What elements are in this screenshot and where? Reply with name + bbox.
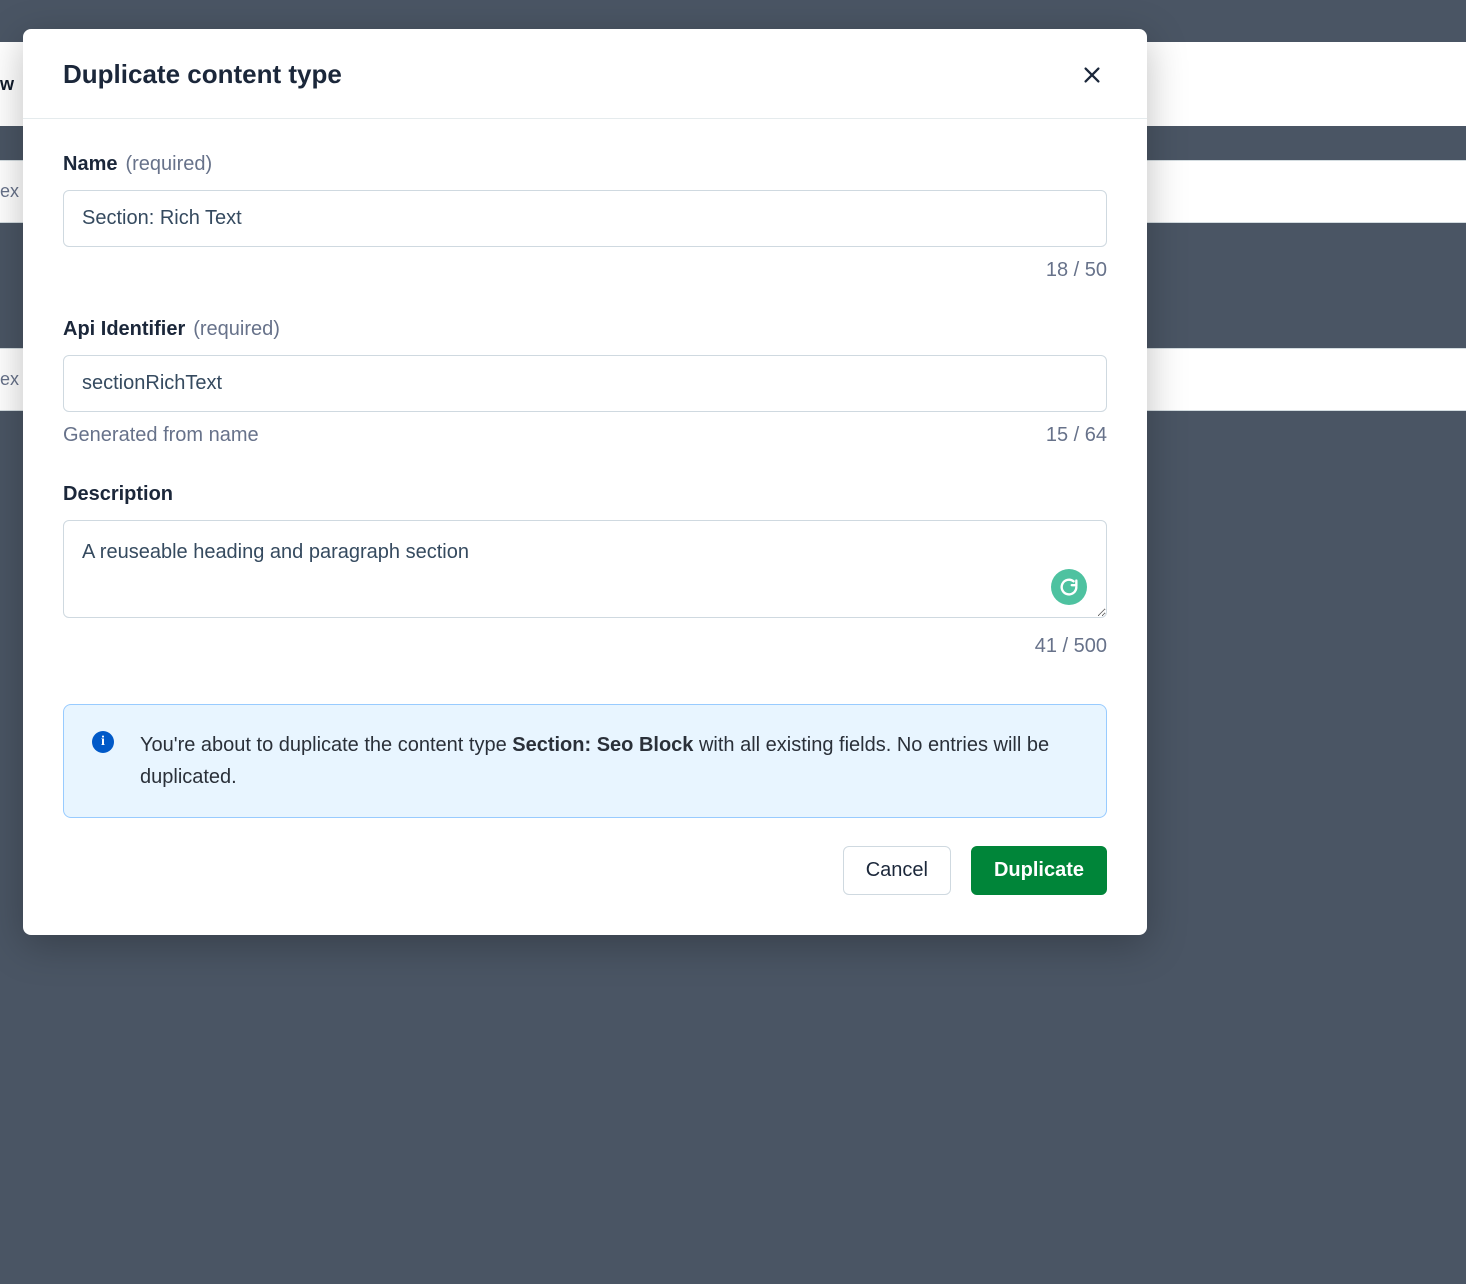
name-field-group: Name (required) 18 / 50 <box>63 153 1107 282</box>
bg-row-text: ex <box>0 181 19 202</box>
duplicate-button[interactable]: Duplicate <box>971 846 1107 895</box>
api-required: (required) <box>193 318 280 341</box>
name-label: Name <box>63 153 117 176</box>
bg-header-text: w <box>0 74 14 95</box>
api-label: Api Identifier <box>63 318 185 341</box>
description-below-row: 41 / 500 <box>63 635 1107 658</box>
modal-title: Duplicate content type <box>63 59 342 90</box>
description-field-group: Description 41 / 500 <box>63 483 1107 658</box>
duplicate-content-type-modal: Duplicate content type Name (required) 1… <box>23 29 1147 935</box>
modal-header: Duplicate content type <box>23 29 1147 119</box>
api-label-row: Api Identifier (required) <box>63 318 1107 341</box>
description-label-row: Description <box>63 483 1107 506</box>
api-below-row: Generated from name 15 / 64 <box>63 424 1107 447</box>
description-textarea[interactable] <box>63 520 1107 618</box>
api-counter: 15 / 64 <box>1046 424 1107 447</box>
close-button[interactable] <box>1077 60 1107 90</box>
cancel-button[interactable]: Cancel <box>843 846 951 895</box>
modal-footer: Cancel Duplicate <box>63 846 1107 895</box>
info-prefix: You're about to duplicate the content ty… <box>140 734 512 756</box>
description-textarea-wrap <box>63 520 1107 623</box>
description-counter: 41 / 500 <box>1035 635 1107 658</box>
api-help-text: Generated from name <box>63 424 259 447</box>
name-input[interactable] <box>63 190 1107 247</box>
modal-body: Name (required) 18 / 50 Api Identifier (… <box>23 119 1147 935</box>
close-icon <box>1081 64 1103 86</box>
api-identifier-input[interactable] <box>63 355 1107 412</box>
bg-row-text: ex <box>0 369 19 390</box>
name-required: (required) <box>125 153 212 176</box>
info-bold: Section: Seo Block <box>512 734 693 756</box>
info-banner-text: You're about to duplicate the content ty… <box>140 729 1078 793</box>
name-counter: 18 / 50 <box>1046 259 1107 282</box>
description-label: Description <box>63 483 173 506</box>
info-icon: i <box>92 731 114 753</box>
name-label-row: Name (required) <box>63 153 1107 176</box>
info-banner: i You're about to duplicate the content … <box>63 704 1107 818</box>
name-below-row: 18 / 50 <box>63 259 1107 282</box>
api-field-group: Api Identifier (required) Generated from… <box>63 318 1107 447</box>
